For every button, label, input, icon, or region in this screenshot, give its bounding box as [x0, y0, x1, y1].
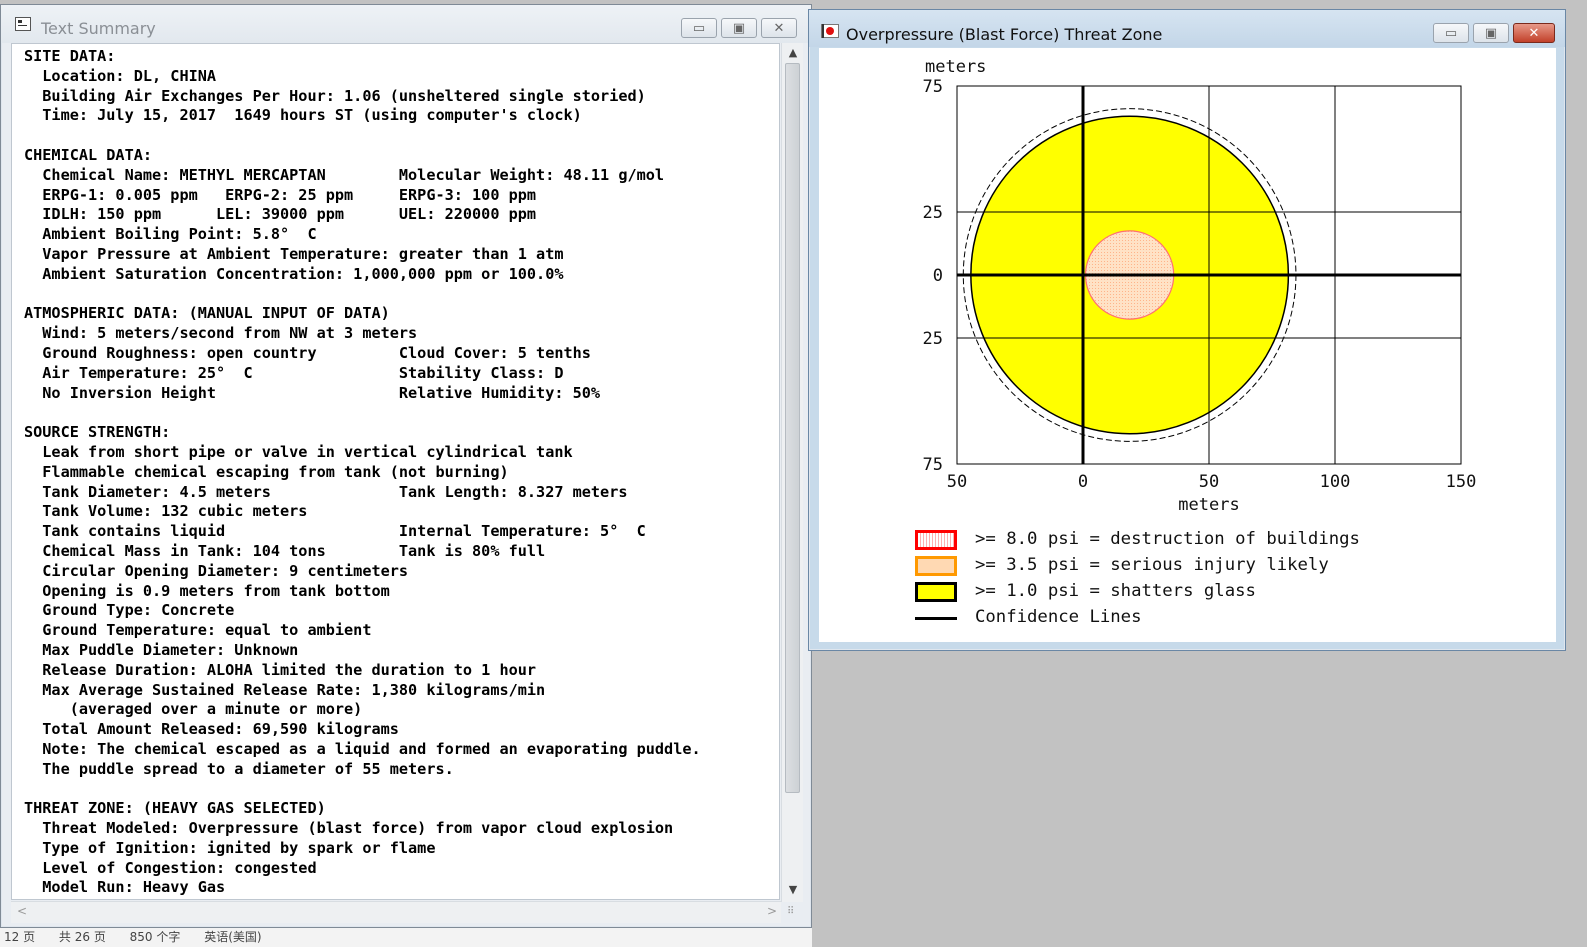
x-tick-label: 100 — [1320, 472, 1351, 492]
summary-text-area[interactable]: SITE DATA: Location: DL, CHINA Building … — [11, 43, 780, 900]
close-icon: ✕ — [1528, 25, 1540, 41]
status-language[interactable]: 英语(美国) — [204, 930, 261, 944]
resize-grip-icon[interactable]: ⠿ — [787, 905, 801, 919]
legend-label: >= 8.0 psi = destruction of buildings — [975, 529, 1360, 549]
summary-text: SITE DATA: Location: DL, CHINA Building … — [24, 47, 701, 897]
text-summary-titlebar[interactable]: Text Summary ▭ ▣ ✕ — [1, 5, 811, 43]
x-tick-label: 50 — [947, 472, 967, 492]
minimize-icon: ▭ — [1444, 25, 1458, 41]
y-tick-label: 75 — [923, 455, 943, 475]
vertical-scroll-thumb[interactable] — [785, 63, 800, 793]
threat-zone-titlebar[interactable]: Overpressure (Blast Force) Threat Zone ▭… — [809, 10, 1565, 47]
maximize-icon: ▣ — [1484, 25, 1498, 41]
y-tick-label: 75 — [923, 77, 943, 97]
scroll-left-icon[interactable]: < — [17, 904, 27, 918]
minimize-button[interactable]: ▭ — [681, 18, 717, 38]
window-icon[interactable] — [15, 17, 31, 31]
x-tick-label: 0 — [1078, 472, 1088, 492]
maximize-button[interactable]: ▣ — [1473, 23, 1509, 43]
y-tick-label: 25 — [923, 329, 943, 349]
horizontal-scrollbar[interactable]: < > — [11, 901, 781, 923]
close-icon: ✕ — [773, 20, 785, 36]
text-summary-window: Text Summary ▭ ▣ ✕ SITE DATA: Location: … — [0, 4, 812, 928]
word-status-bar: 12 页 共 26 页 850 个字 英语(美国) — [0, 928, 812, 947]
close-button[interactable]: ✕ — [1513, 23, 1555, 43]
threat-zone-window: Overpressure (Blast Force) Threat Zone ▭… — [808, 9, 1566, 651]
legend-swatch-serious — [915, 556, 957, 576]
status-total-pages: 共 26 页 — [58, 930, 106, 944]
x-tick-label: 50 — [1199, 472, 1219, 492]
close-button[interactable]: ✕ — [761, 18, 797, 38]
minimize-button[interactable]: ▭ — [1433, 23, 1469, 43]
threat-zone-chart: 50 0 50 100 150752502575metersmeters — [923, 57, 1477, 515]
minimize-icon: ▭ — [692, 20, 706, 36]
legend-swatch-destruction — [915, 530, 957, 550]
status-word-count[interactable]: 850 个字 — [130, 930, 181, 944]
legend-label: Confidence Lines — [975, 607, 1142, 627]
legend-label: >= 3.5 psi = serious injury likely — [975, 555, 1329, 575]
threat-zone-plot-area: 50 0 50 100 150 75 25 0 25 75 meters meters >= 8.0 … — [819, 48, 1556, 642]
maximize-button[interactable]: ▣ — [721, 18, 757, 38]
scroll-up-icon[interactable]: ▲ — [782, 44, 804, 62]
maximize-icon: ▣ — [732, 20, 746, 36]
scroll-down-icon[interactable]: ▼ — [782, 881, 804, 899]
legend-swatch-shatters — [915, 582, 957, 602]
legend-label: >= 1.0 psi = shatters glass — [975, 581, 1256, 601]
aloha-app-icon[interactable] — [821, 24, 839, 38]
x-tick-label: 150 — [1446, 472, 1477, 492]
scroll-right-icon[interactable]: > — [767, 904, 777, 918]
legend-swatch-confidence — [915, 617, 957, 620]
window-title: Overpressure (Blast Force) Threat Zone — [846, 25, 1163, 44]
vertical-scrollbar[interactable]: ▲ ▼ — [781, 43, 803, 902]
status-page[interactable]: 12 页 — [4, 930, 35, 944]
x-axis-label: meters — [1178, 495, 1239, 515]
window-title: Text Summary — [41, 19, 156, 38]
y-tick-label: 25 — [923, 203, 943, 223]
y-tick-label: 0 — [933, 266, 943, 286]
y-axis-label: meters — [925, 57, 986, 77]
